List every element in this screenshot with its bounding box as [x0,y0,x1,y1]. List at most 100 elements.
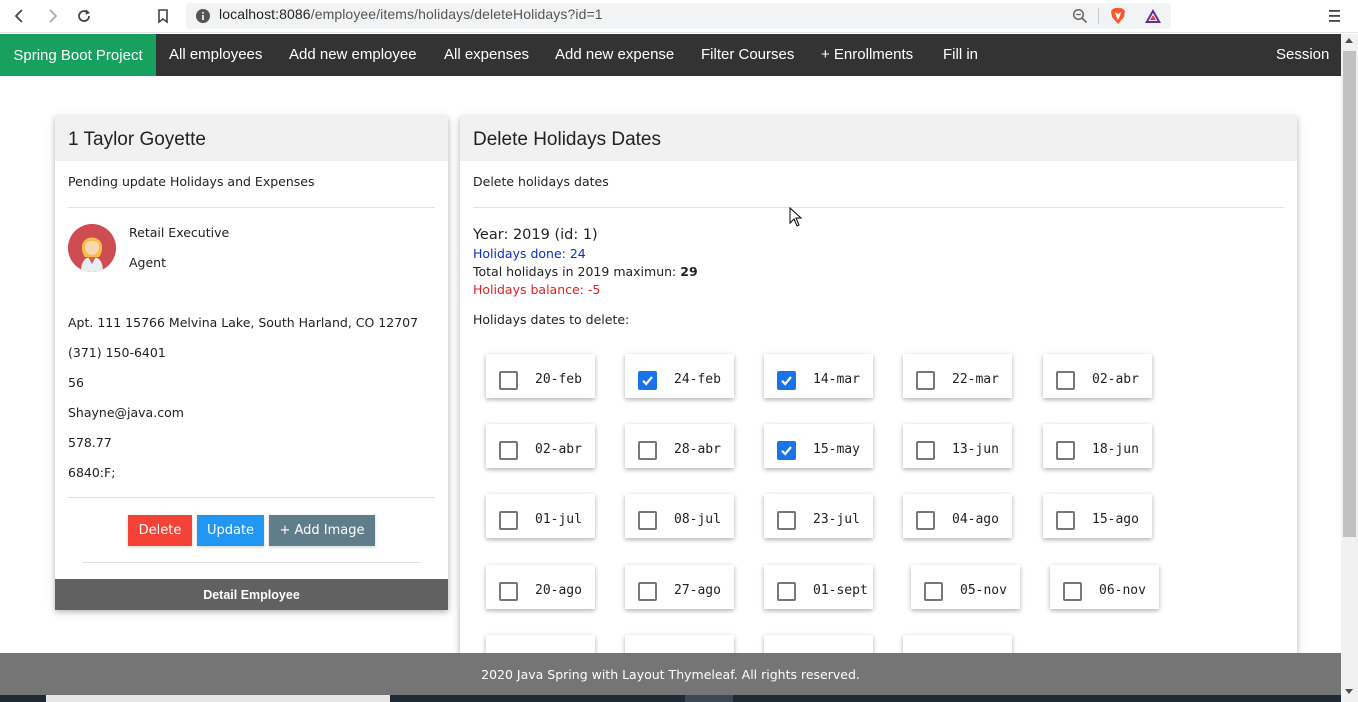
date-label: 06-nov [1099,583,1146,598]
date-checkbox[interactable] [638,371,657,390]
forward-arrow-icon[interactable] [41,5,63,27]
site-info-icon[interactable] [195,8,211,24]
date-item[interactable]: 24-feb [625,354,734,398]
date-label: 22-mar [952,372,999,387]
taskbar-window[interactable] [685,695,733,702]
nav-add-new-expense[interactable]: Add new expense [555,34,674,76]
employee-card: 1 Taylor Goyette Pending update Holidays… [55,116,448,610]
taskbar-window[interactable] [46,695,390,702]
date-label: 20-ago [535,583,582,598]
nav-enrollments[interactable]: + Enrollments [821,34,913,76]
date-item[interactable]: 05-nov [911,565,1020,609]
date-item[interactable]: 23-jul [764,494,873,538]
date-checkbox[interactable] [777,441,796,460]
add-image-button[interactable]: + Add Image [269,515,375,546]
employee-role: Agent [129,255,166,270]
date-checkbox[interactable] [1056,371,1075,390]
nav-all-employees[interactable]: All employees [169,34,262,76]
holidays-card-subtitle: Delete holidays dates [473,174,609,189]
date-checkbox[interactable] [916,371,935,390]
date-checkbox[interactable] [638,441,657,460]
date-checkbox[interactable] [1056,511,1075,530]
date-label: 18-jun [1092,442,1139,457]
date-item[interactable]: 01-jul [486,494,595,538]
date-item[interactable]: 15-ago [1043,494,1152,538]
date-checkbox[interactable] [777,371,796,390]
url-divider [1098,8,1099,24]
date-checkbox[interactable] [777,511,796,530]
date-item[interactable]: 13-jun [903,424,1012,468]
date-checkbox[interactable] [638,511,657,530]
employee-address: Apt. 111 15766 Melvina Lake, South Harla… [68,315,419,330]
date-checkbox[interactable] [499,441,518,460]
date-item[interactable]: 02-abr [486,424,595,468]
divider [68,497,435,498]
date-checkbox[interactable] [499,582,518,601]
back-arrow-icon[interactable] [9,5,31,27]
nav-filter-courses[interactable]: Filter Courses [701,34,794,76]
date-checkbox[interactable] [499,371,518,390]
delete-button[interactable]: Delete [128,515,192,546]
scroll-thumb[interactable] [1343,51,1356,537]
date-item[interactable]: 22-mar [903,354,1012,398]
employee-card-subtitle: Pending update Holidays and Expenses [68,174,315,189]
holidays-card: Delete Holidays Dates Delete holidays da… [460,116,1297,679]
employee-avatar [68,224,116,272]
date-label: 02-abr [1092,372,1139,387]
date-item[interactable]: 27-ago [625,565,734,609]
date-label: 01-jul [535,512,582,527]
brave-rewards-icon[interactable] [1144,8,1162,24]
date-checkbox[interactable] [1056,441,1075,460]
date-item[interactable]: 20-ago [486,565,595,609]
address-bar[interactable]: localhost:8086/employee/items/holidays/d… [186,3,1171,29]
nav-add-new-employee[interactable]: Add new employee [289,34,417,76]
main-navbar: Spring Boot Project All employees Add ne… [0,34,1341,76]
employee-email: Shayne@java.com [68,405,184,420]
date-checkbox[interactable] [924,582,943,601]
site-footer: 2020 Java Spring with Layout Thymeleaf. … [0,653,1341,695]
detail-employee-button[interactable]: Detail Employee [55,579,448,610]
update-button[interactable]: Update [197,515,264,546]
date-checkbox[interactable] [1063,582,1082,601]
nav-fill-in[interactable]: Fill in [943,34,978,76]
reload-icon[interactable] [73,5,95,27]
url-text[interactable]: localhost:8086/employee/items/holidays/d… [219,6,603,22]
date-label: 08-jul [674,512,721,527]
holiday-year: Year: 2019 (id: 1) [473,227,598,243]
nav-all-expenses[interactable]: All expenses [444,34,529,76]
date-label: 02-abr [535,442,582,457]
url-host: localhost:8086 [219,6,311,22]
checkmark-icon [642,376,653,386]
date-checkbox[interactable] [916,511,935,530]
date-item[interactable]: 06-nov [1050,565,1159,609]
date-item[interactable]: 04-ago [903,494,1012,538]
date-checkbox[interactable] [916,441,935,460]
date-item[interactable]: 01-sept [764,565,873,609]
checkmark-icon [781,446,792,456]
divider [82,562,421,563]
date-item[interactable]: 18-jun [1043,424,1152,468]
bookmark-icon[interactable] [152,5,174,27]
date-label: 15-may [813,442,860,457]
page-scrollbar[interactable] [1341,34,1358,702]
employee-phone: (371) 150-6401 [68,345,166,360]
date-item[interactable]: 02-abr [1043,354,1152,398]
date-checkbox[interactable] [777,582,796,601]
scroll-down-arrow-icon[interactable] [1345,689,1353,694]
brave-shield-icon[interactable] [1110,7,1126,25]
date-item[interactable]: 20-feb [486,354,595,398]
holidays-balance: Holidays balance: -5 [473,282,601,297]
date-checkbox[interactable] [638,582,657,601]
hamburger-menu-icon[interactable] [1325,6,1345,26]
date-item[interactable]: 08-jul [625,494,734,538]
zoom-icon[interactable] [1072,8,1088,24]
employee-job-title: Retail Executive [129,225,230,240]
date-item[interactable]: 14-mar [764,354,873,398]
date-item[interactable]: 15-may [764,424,873,468]
scroll-up-arrow-icon[interactable] [1345,38,1353,43]
brand-link[interactable]: Spring Boot Project [0,34,156,76]
date-item[interactable]: 28-abr [625,424,734,468]
nav-session[interactable]: Session [1276,34,1329,76]
divider [473,207,1284,208]
date-checkbox[interactable] [499,511,518,530]
